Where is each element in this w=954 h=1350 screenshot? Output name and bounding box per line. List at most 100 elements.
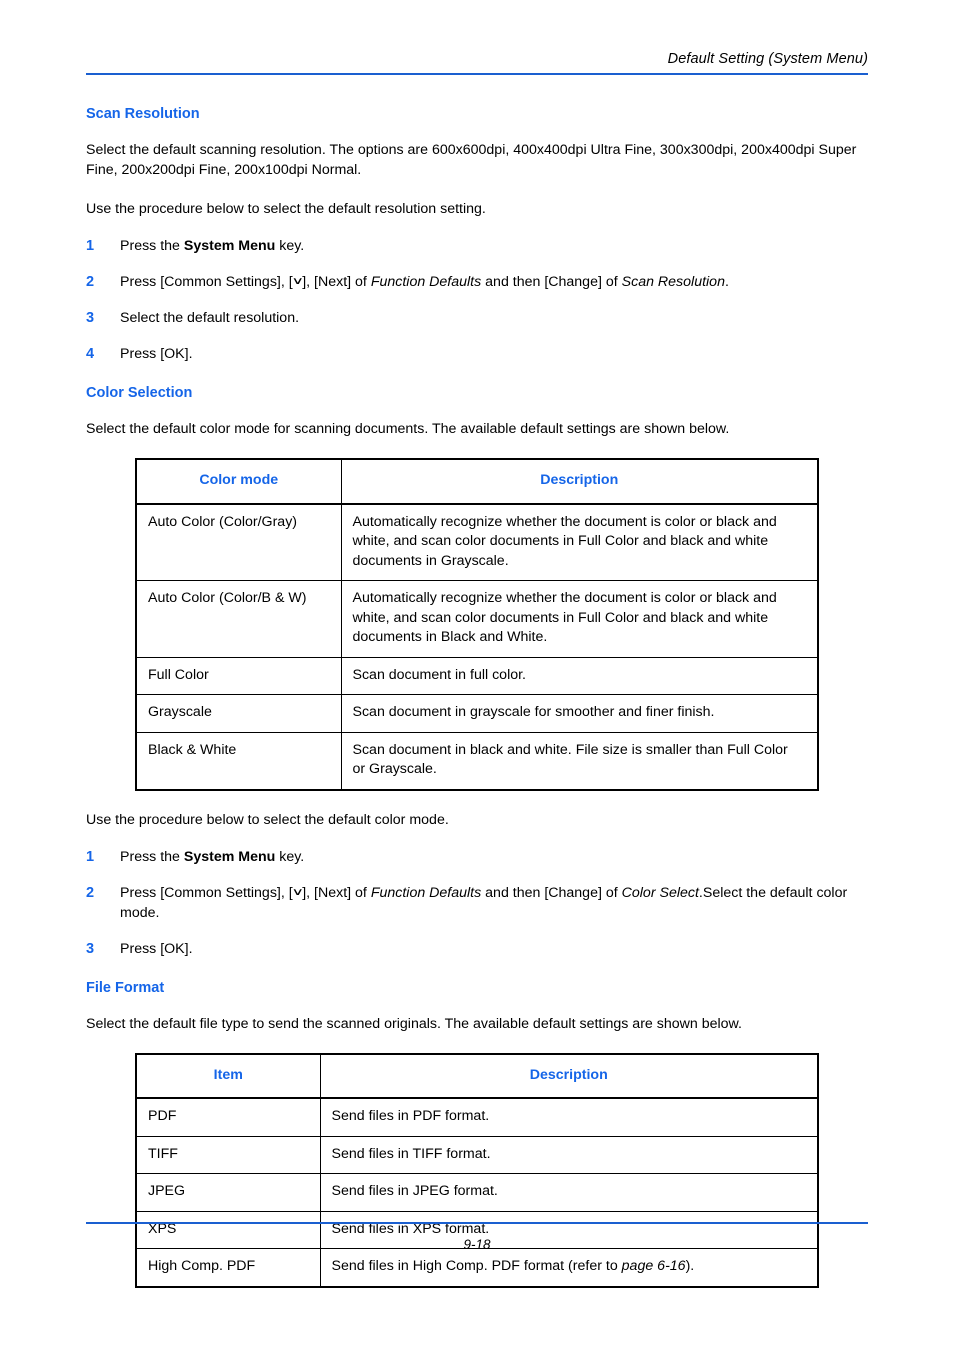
text-run: Send files in PDF format. [331, 1108, 490, 1124]
section-heading-scan-resolution: Scan Resolution [86, 106, 200, 122]
color-mode-table-body: Auto Color (Color/Gray) Automatically rec… [135, 503, 819, 790]
column-header-description: Description [319, 1053, 819, 1099]
step-text: Press [OK]. [120, 346, 193, 362]
file-format-table: Item Description PDF Send files in PDF fo… [135, 1052, 819, 1288]
italic-run: Color Select [621, 884, 699, 901]
table-header-row: Item Description [135, 1053, 819, 1099]
procedure-step: 4 Press [OK]. [86, 344, 868, 364]
text-run: Send files in High Comp. PDF format (ref… [331, 1258, 622, 1274]
italic-run: Function Defaults [370, 884, 482, 901]
file-format-table-wrap: Item Description PDF Send files in PDF fo… [135, 1052, 868, 1288]
cell-description: Send files in TIFF format. [319, 1135, 819, 1174]
text-run: Press the [120, 238, 184, 254]
color-selection-intro: Select the default color mode for scanni… [86, 421, 730, 437]
step-text: Press the System Menu key. [120, 238, 304, 254]
file-format-table-body: PDF Send files in PDF format. TIFF Send fil… [135, 1097, 819, 1287]
step-number: 2 [86, 274, 95, 290]
cell-item: Full Color [135, 656, 342, 695]
table-row: TIFF Send files in TIFF format. [135, 1135, 819, 1174]
step-number: 2 [86, 884, 95, 901]
chevron-down-icon: ∨ [291, 274, 304, 287]
bold-run: System Menu [183, 238, 276, 254]
cell-description: Scan document in black and white. File s… [340, 731, 819, 790]
cell-description: Send files in High Comp. PDF format (ref… [319, 1248, 819, 1287]
step-text: Press the System Menu key. [120, 849, 304, 865]
text-run: and then [Change] of [481, 884, 622, 901]
procedure-step: 1 Press the System Menu key. [86, 847, 868, 867]
text-run: Send files in JPEG format. [331, 1183, 498, 1199]
header-title: Default Setting (System Menu) [667, 51, 868, 67]
table-header-row: Color mode Description [135, 458, 819, 505]
text-run: ], [Next] of [302, 884, 371, 901]
step-text: Select the default resolution. [120, 310, 299, 326]
text-run: key. [275, 848, 305, 865]
procedure-step: 3 Select the default resolution. [86, 308, 868, 328]
step-text: Press [Common Settings], [∨], [Next] of … [120, 885, 847, 921]
column-header-description: Description [340, 458, 819, 505]
page-number: 9-18 [463, 1237, 491, 1252]
color-mode-table: Color mode Description Auto Color (Color… [135, 458, 819, 791]
text-run: Press [OK]. [120, 940, 193, 957]
page-footer: 9-18 [86, 1222, 868, 1252]
chevron-down-icon: ∨ [291, 885, 304, 897]
text-run: key. [275, 238, 305, 254]
page-header: Default Setting (System Menu) [86, 50, 868, 75]
column-header-color-mode: Color mode [135, 458, 342, 505]
italic-run: page 6-16 [621, 1258, 686, 1274]
scan-resolution-intro: Select the default scanning resolution. … [86, 142, 857, 178]
text-run: ). [685, 1258, 695, 1274]
bold-run: System Menu [183, 848, 276, 865]
color-selection-steps: 1 Press the System Menu key. 2 Press [Commo… [86, 847, 868, 959]
column-header-item: Item [135, 1053, 321, 1099]
step-number: 4 [86, 346, 95, 362]
step-number: 1 [86, 848, 95, 865]
cell-description: Send files in PDF format. [319, 1097, 819, 1137]
table-row: PDF Send files in PDF format. [135, 1097, 819, 1137]
cell-item: Auto Color (Color/B & W) [135, 580, 342, 658]
step-number: 3 [86, 310, 95, 326]
cell-item: PDF [135, 1097, 321, 1137]
footer-rule [86, 1222, 868, 1224]
cell-item: High Comp. PDF [135, 1248, 321, 1287]
color-mode-table-wrap: Color mode Description Auto Color (Color… [135, 458, 868, 791]
cell-description: Send files in JPEG format. [319, 1173, 819, 1212]
text-run: . [724, 274, 729, 290]
page-content: Scan Resolution Select the default scann… [86, 106, 868, 1288]
file-format-intro: Select the default file type to send the… [86, 1015, 742, 1032]
document-page: Default Setting (System Menu) Scan Resol… [0, 0, 954, 1350]
step-text: Press [Common Settings], [∨], [Next] of … [120, 274, 729, 290]
procedure-step: 1 Press the System Menu key. [86, 236, 868, 256]
cell-item: JPEG [135, 1173, 321, 1212]
cell-item: Grayscale [135, 694, 342, 733]
section-heading-file-format: File Format [86, 979, 165, 996]
table-row: Auto Color (Color/Gray) Automatically rec… [135, 503, 819, 581]
italic-run: Scan Resolution [621, 274, 725, 290]
table-row: Auto Color (Color/B & W) Automatically re… [135, 580, 819, 658]
text-run: Send files in TIFF format. [331, 1145, 491, 1162]
cell-item: TIFF [135, 1135, 321, 1174]
step-number: 3 [86, 940, 95, 957]
scan-resolution-steps: 1 Press the System Menu key. 2 Press [Commo… [86, 236, 868, 364]
text-run: and then [Change] of [481, 274, 622, 290]
step-number: 1 [86, 238, 95, 254]
cell-item: Black & White [135, 731, 342, 790]
table-row: Black & White Scan document in black and … [135, 731, 819, 790]
text-run: Select the default resolution. [120, 310, 300, 326]
text-run: ], [Next] of [302, 274, 371, 290]
header-rule [86, 73, 868, 75]
cell-item: Auto Color (Color/Gray) [135, 503, 342, 581]
scan-resolution-procedure-lead: Use the procedure below to select the de… [86, 201, 486, 217]
table-row: Grayscale Scan document in grayscale for … [135, 694, 819, 733]
step-text: Press [OK]. [120, 941, 193, 957]
section-heading-color-selection: Color Selection [86, 385, 193, 401]
procedure-step: 3 Press [OK]. [86, 939, 868, 959]
table-row: JPEG Send files in JPEG format. [135, 1173, 819, 1212]
table-row: Full Color Scan document in full color. [135, 656, 819, 695]
table-row: High Comp. PDF Send files in High Comp. P… [135, 1248, 819, 1287]
color-selection-procedure-lead: Use the procedure below to select the de… [86, 811, 449, 828]
procedure-step: 2 Press [Common Settings], [∨], [Next] of… [86, 272, 868, 292]
text-run: Press [Common Settings], [ [120, 884, 293, 901]
text-run: Press [Common Settings], [ [120, 274, 293, 290]
cell-description: Automatically recognize whether the docu… [340, 503, 819, 581]
procedure-step: 2 Press [Common Settings], [∨], [Next] of… [86, 883, 868, 923]
